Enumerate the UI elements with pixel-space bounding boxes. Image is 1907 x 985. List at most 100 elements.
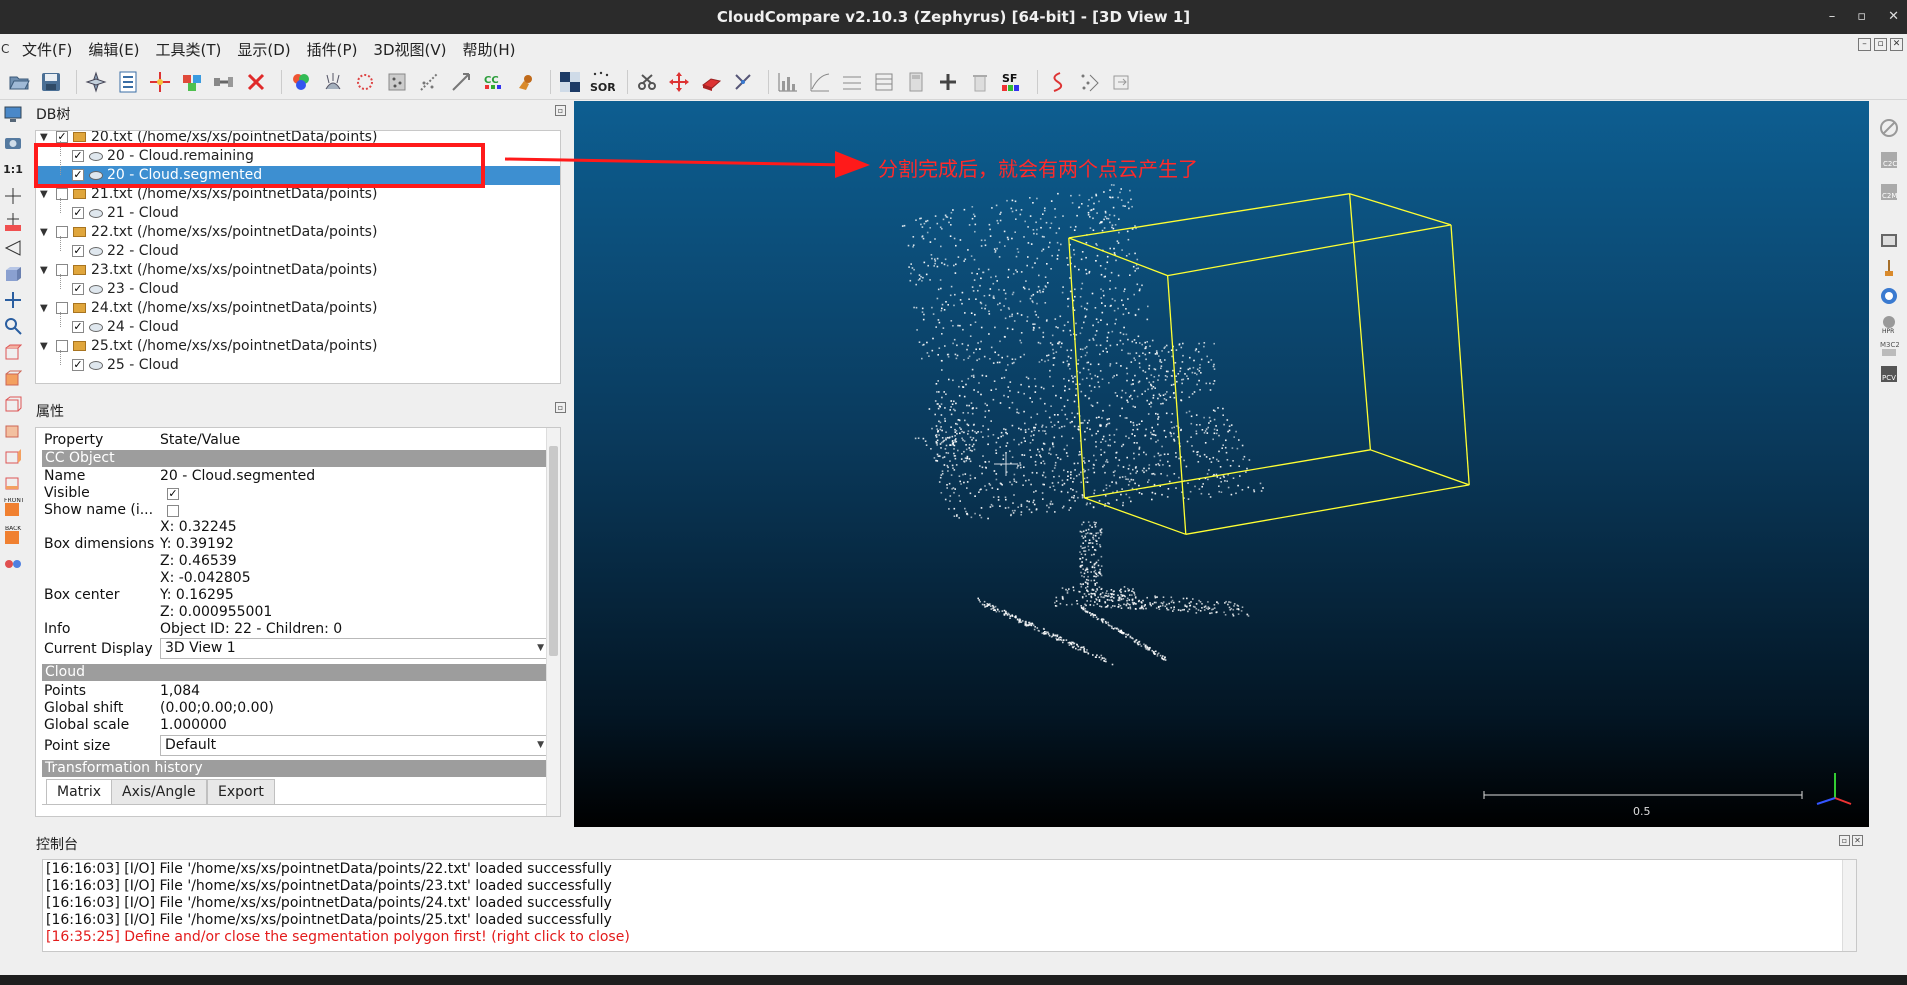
- left-view-icon[interactable]: [2, 393, 24, 415]
- tree-checkbox[interactable]: [56, 188, 68, 200]
- move-icon[interactable]: [2, 289, 24, 311]
- tree-checkbox[interactable]: [56, 302, 68, 314]
- tree-checkbox[interactable]: [56, 264, 68, 276]
- tree-node-cloud[interactable]: ✓ 22 - Cloud: [36, 236, 560, 261]
- calc-icon[interactable]: [903, 69, 929, 95]
- tree-checkbox[interactable]: ✓: [72, 321, 84, 333]
- float-panel-icon[interactable]: ▫: [555, 402, 566, 413]
- front-view-icon[interactable]: [2, 367, 24, 389]
- scrollbar-thumb[interactable]: [549, 446, 558, 656]
- menu-file[interactable]: 文件(F): [14, 39, 80, 60]
- object-view-icon[interactable]: [2, 263, 24, 285]
- rotate-icon[interactable]: [698, 69, 724, 95]
- perspective-icon[interactable]: [2, 237, 24, 259]
- sor-icon[interactable]: SOR: [589, 69, 615, 95]
- point-size-select[interactable]: Default ▼: [160, 735, 551, 756]
- plane-icon[interactable]: [211, 69, 237, 95]
- tree-node-file[interactable]: ▼ 25.txt (/home/xs/xs/pointnetData/points…: [36, 337, 560, 356]
- histogram-icon[interactable]: [775, 69, 801, 95]
- expand-arrow-icon[interactable]: ▼: [40, 299, 48, 318]
- tree-checkbox[interactable]: ✓: [56, 131, 68, 143]
- settings-plugin-icon[interactable]: [1878, 285, 1900, 307]
- tab-export[interactable]: Export: [207, 779, 275, 805]
- curve-icon[interactable]: [1044, 69, 1070, 95]
- gradient-icon[interactable]: [557, 69, 583, 95]
- tree-checkbox[interactable]: ✓: [72, 207, 84, 219]
- right-view-icon[interactable]: [2, 445, 24, 467]
- menu-help[interactable]: 帮助(H): [454, 39, 523, 60]
- filter-icon[interactable]: [871, 69, 897, 95]
- tree-checkbox[interactable]: [56, 226, 68, 238]
- subsample-icon[interactable]: [416, 69, 442, 95]
- tree-checkbox[interactable]: [56, 340, 68, 352]
- menu-display[interactable]: 显示(D): [229, 39, 298, 60]
- visible-checkbox[interactable]: ✓: [167, 488, 179, 500]
- fit-icon[interactable]: [807, 69, 833, 95]
- 3d-view[interactable]: 0.5: [574, 101, 1869, 827]
- octree-icon[interactable]: [352, 69, 378, 95]
- bottom-view-icon[interactable]: [2, 471, 24, 493]
- mdi-restore-icon[interactable]: ▫: [1874, 38, 1887, 51]
- back-iso-icon[interactable]: BACK: [2, 525, 24, 547]
- hpr-icon[interactable]: HPR: [1878, 313, 1900, 335]
- delete-icon[interactable]: [243, 69, 269, 95]
- menu-tools[interactable]: 工具类(T): [148, 39, 230, 60]
- maximize-icon[interactable]: ▫: [1857, 0, 1866, 34]
- cc-icon[interactable]: CC: [480, 69, 506, 95]
- menu-3dviews[interactable]: 3D视图(V): [365, 39, 454, 60]
- tree-node-cloud[interactable]: ✓ 24 - Cloud: [36, 312, 560, 337]
- tree-checkbox[interactable]: ✓: [72, 283, 84, 295]
- auto-pivot-icon[interactable]: [2, 211, 24, 233]
- close-icon[interactable]: ✕: [1888, 0, 1899, 34]
- minimize-icon[interactable]: –: [1829, 0, 1836, 34]
- merge-icon[interactable]: [179, 69, 205, 95]
- save-icon[interactable]: [38, 69, 64, 95]
- app-menu-icon[interactable]: C: [0, 42, 14, 56]
- add-icon[interactable]: [935, 69, 961, 95]
- prop-value[interactable]: 20 - Cloud.segmented: [160, 468, 315, 484]
- film-icon[interactable]: [1878, 229, 1900, 251]
- tab-axis-angle[interactable]: Axis/Angle: [111, 779, 207, 805]
- show-name-checkbox[interactable]: [167, 505, 179, 517]
- top-view-icon[interactable]: [2, 341, 24, 363]
- menu-edit[interactable]: 编辑(E): [80, 39, 147, 60]
- translate-icon[interactable]: [666, 69, 692, 95]
- tree-node-cloud[interactable]: ✓ 25 - Cloud: [36, 350, 560, 375]
- scissors-icon[interactable]: [634, 69, 660, 95]
- sample-icon[interactable]: [384, 69, 410, 95]
- mdi-minimize-icon[interactable]: –: [1858, 38, 1871, 51]
- minmax-icon[interactable]: [839, 69, 865, 95]
- mesh-compare-icon[interactable]: C2M: [1878, 181, 1900, 203]
- tree-node-file[interactable]: ▼ 23.txt (/home/xs/xs/pointnetData/points…: [36, 261, 560, 280]
- open-icon[interactable]: [6, 69, 32, 95]
- global-shift-icon[interactable]: [83, 69, 109, 95]
- m3c2-icon[interactable]: M3C2: [1878, 337, 1900, 359]
- tree-node-file[interactable]: ▼ 24.txt (/home/xs/xs/pointnetData/points…: [36, 299, 560, 318]
- menu-plugins[interactable]: 插件(P): [299, 39, 366, 60]
- zoom-icon[interactable]: [2, 315, 24, 337]
- properties-icon[interactable]: [115, 69, 141, 95]
- brush-tool-icon[interactable]: [1878, 257, 1900, 279]
- delete-sf-icon[interactable]: [967, 69, 993, 95]
- noise-icon[interactable]: [1076, 69, 1102, 95]
- close-panel-icon[interactable]: ✕: [1852, 835, 1863, 846]
- cloud-compare-icon[interactable]: C2C: [1878, 149, 1900, 171]
- tree-node-file[interactable]: ▼ 22.txt (/home/xs/xs/pointnetData/points…: [36, 223, 560, 242]
- front-iso-icon[interactable]: FRONT: [2, 497, 24, 519]
- point-cloud-canvas[interactable]: [574, 101, 1869, 827]
- pick-icon[interactable]: [730, 69, 756, 95]
- segment-icon[interactable]: [147, 69, 173, 95]
- export-icon[interactable]: [1108, 69, 1134, 95]
- zoom-1-1-icon[interactable]: 1:1: [2, 158, 24, 180]
- camera-icon[interactable]: [2, 131, 24, 153]
- no-entry-icon[interactable]: [1878, 117, 1900, 139]
- float-panel-icon[interactable]: ▫: [555, 105, 566, 116]
- console-scrollbar[interactable]: [1842, 860, 1856, 951]
- tree-checkbox[interactable]: ✓: [72, 359, 84, 371]
- tree-node-cloud[interactable]: ✓ 23 - Cloud: [36, 274, 560, 299]
- expand-arrow-icon[interactable]: ▼: [40, 261, 48, 280]
- registration-icon[interactable]: [448, 69, 474, 95]
- tree-node-cloud[interactable]: ✓ 21 - Cloud: [36, 198, 560, 223]
- expand-arrow-icon[interactable]: ▼: [40, 337, 48, 356]
- mdi-close-icon[interactable]: ✕: [1890, 38, 1903, 51]
